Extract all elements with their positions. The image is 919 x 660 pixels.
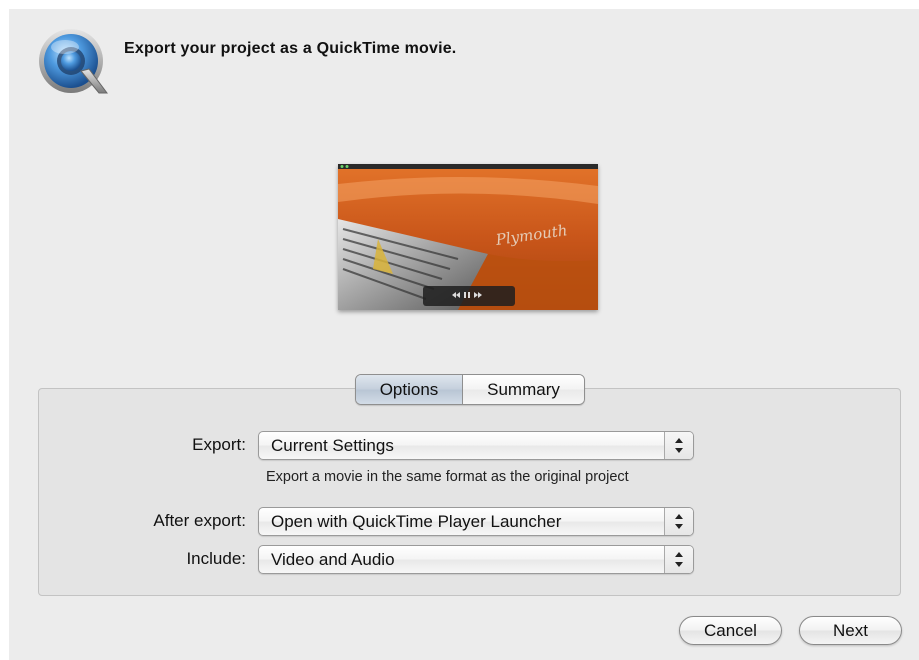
- cancel-button[interactable]: Cancel: [679, 616, 782, 645]
- tab-summary[interactable]: Summary: [463, 375, 584, 404]
- after-export-popup[interactable]: Open with QuickTime Player Launcher: [258, 507, 694, 536]
- after-export-value: Open with QuickTime Player Launcher: [271, 512, 562, 531]
- tab-options[interactable]: Options: [356, 375, 463, 404]
- tab-bar: Options Summary: [355, 374, 585, 405]
- include-value: Video and Audio: [271, 550, 395, 569]
- after-export-label: After export:: [153, 511, 246, 530]
- dialog-title: Export your project as a QuickTime movie…: [124, 40, 457, 57]
- include-popup[interactable]: Video and Audio: [258, 545, 694, 574]
- export-label: Export:: [192, 435, 246, 454]
- updown-arrows-icon: [664, 508, 693, 535]
- include-label: Include:: [186, 549, 246, 568]
- quicktime-logo-icon: [37, 27, 109, 99]
- updown-arrows-icon: [664, 432, 693, 459]
- export-description: Export a movie in the same format as the…: [266, 469, 629, 485]
- export-value: Current Settings: [271, 436, 394, 455]
- movie-preview[interactable]: Plymouth: [338, 164, 598, 310]
- next-button[interactable]: Next: [799, 616, 902, 645]
- updown-arrows-icon: [664, 546, 693, 573]
- export-popup[interactable]: Current Settings: [258, 431, 694, 460]
